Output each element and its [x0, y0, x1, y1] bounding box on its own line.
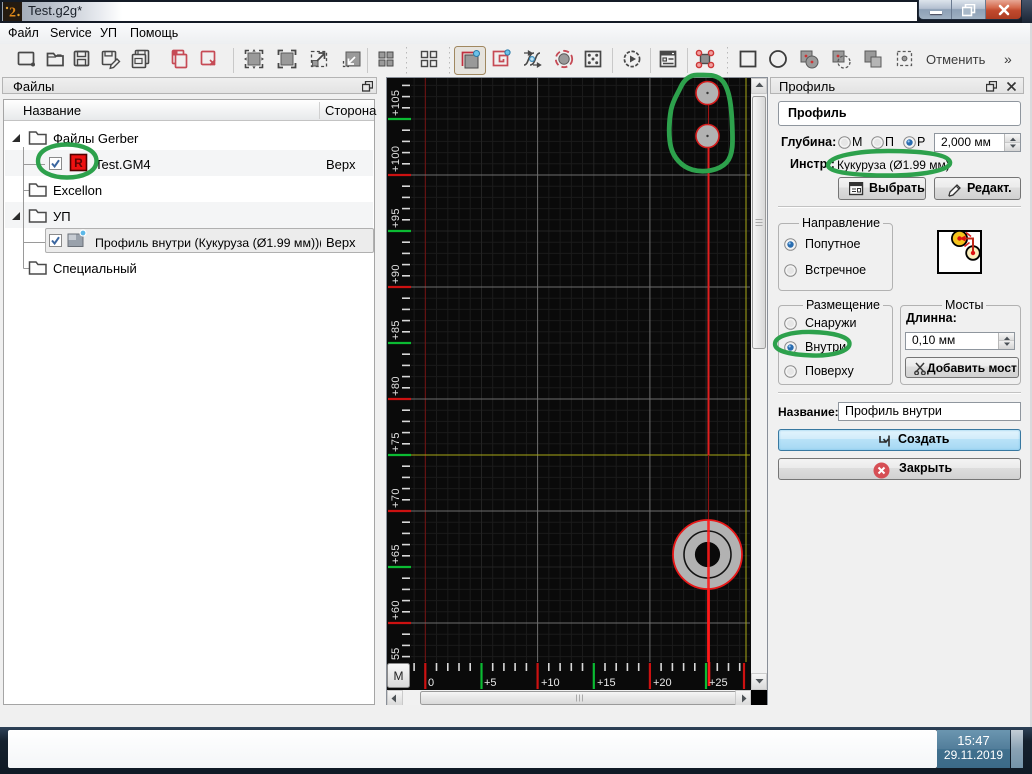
svg-text:+95: +95 [390, 208, 402, 228]
svg-text:M: M [394, 669, 404, 683]
svg-text:+65: +65 [390, 544, 402, 564]
svg-text:+85: +85 [390, 320, 402, 340]
svg-text:+105: +105 [390, 90, 402, 116]
svg-text:+80: +80 [390, 376, 402, 396]
svg-text:0: 0 [428, 677, 434, 689]
svg-text:+5: +5 [484, 677, 497, 689]
svg-text:+70: +70 [390, 488, 402, 508]
svg-text:+100: +100 [390, 146, 402, 172]
svg-text:»: » [1004, 51, 1012, 67]
svg-text:+15: +15 [597, 677, 616, 689]
svg-text:2: 2 [9, 6, 16, 21]
svg-text:+20: +20 [653, 677, 672, 689]
svg-text:+90: +90 [390, 264, 402, 284]
svg-text:+60: +60 [390, 600, 402, 620]
svg-text:Отменить: Отменить [926, 52, 986, 67]
svg-text:+25: +25 [709, 677, 728, 689]
svg-text:55: 55 [390, 648, 402, 660]
svg-text:+75: +75 [390, 432, 402, 452]
svg-text:+10: +10 [541, 677, 560, 689]
